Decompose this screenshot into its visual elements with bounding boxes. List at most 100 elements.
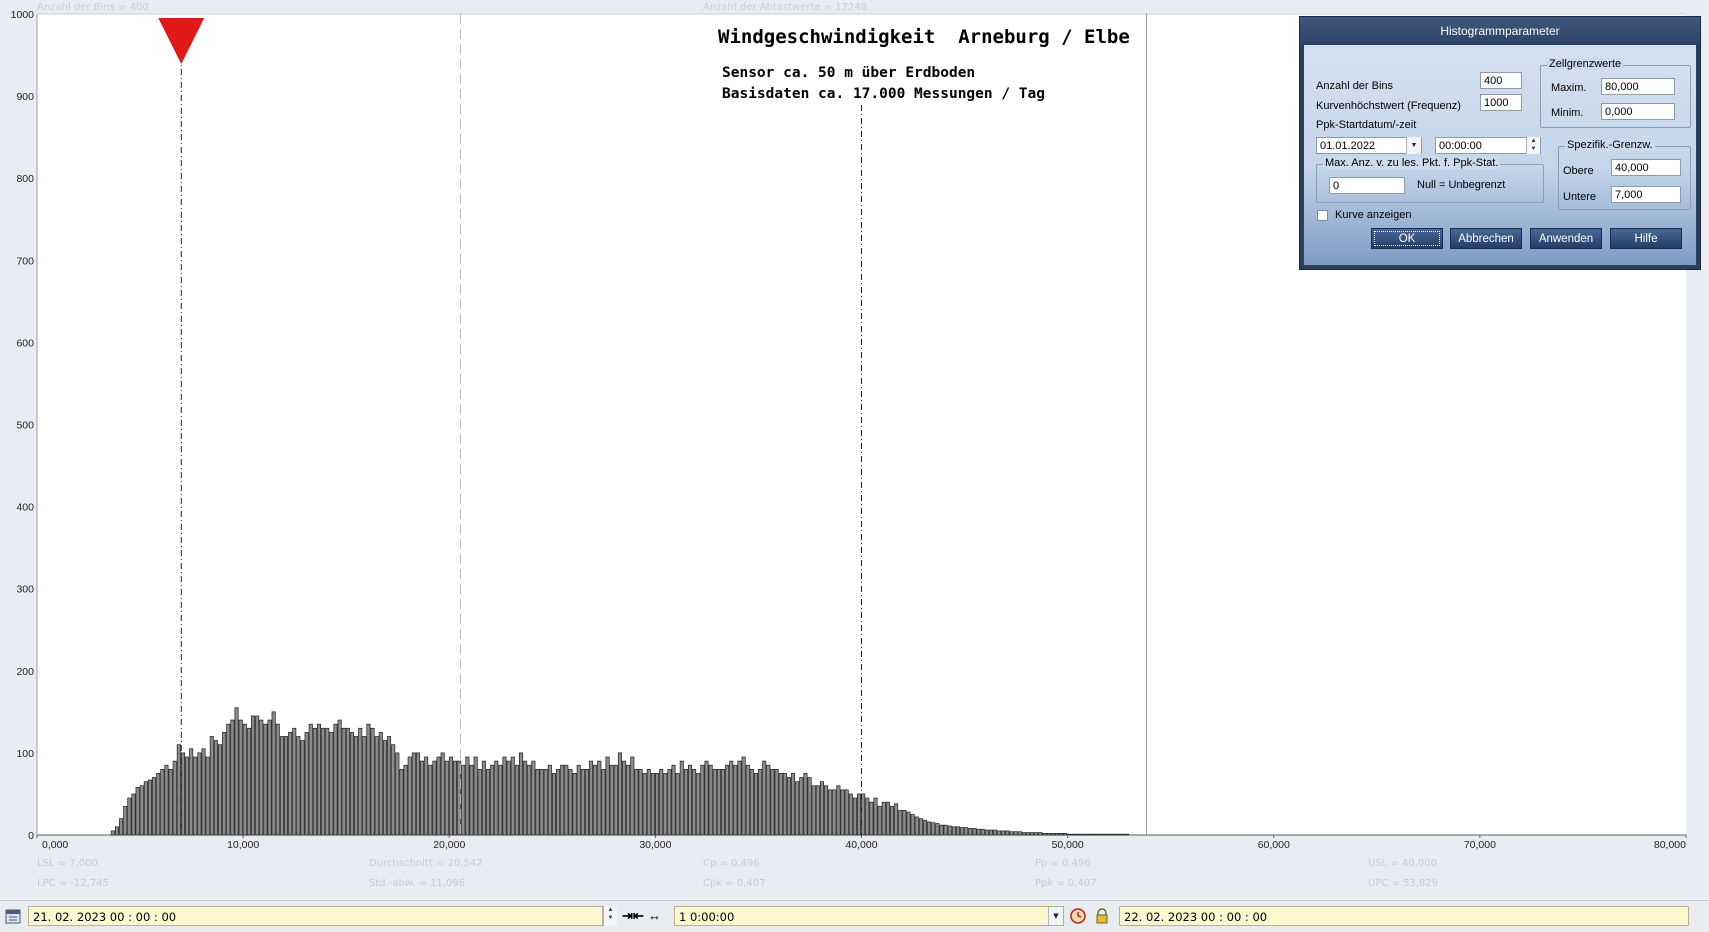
curve-max-label: Kurvenhöchstwert (Frequenz) xyxy=(1316,100,1461,112)
curve-max-input[interactable]: 1000 xyxy=(1480,94,1522,111)
histogram-bar xyxy=(997,830,1002,836)
expand-arrows-icon[interactable]: ↔ xyxy=(648,908,661,924)
histogram-bar xyxy=(593,764,598,836)
histogram-bar xyxy=(968,828,973,836)
chevron-down-icon[interactable]: ▼ xyxy=(1406,137,1421,154)
end-datetime-value: 22. 02. 2023 00 : 00 : 00 xyxy=(1124,910,1268,924)
y-tick-label: 200 xyxy=(16,666,34,678)
histogram-bar xyxy=(1009,831,1014,836)
histogram-bar xyxy=(1096,833,1101,836)
histogram-bar xyxy=(518,752,524,836)
histogram-bar xyxy=(556,768,561,836)
histogram-bar xyxy=(605,756,610,836)
histogram-bar xyxy=(279,736,284,836)
histogram-bar xyxy=(910,814,915,836)
histogram-bar xyxy=(564,764,569,836)
histogram-bar xyxy=(622,760,627,836)
histogram-bar xyxy=(885,801,890,836)
histogram-bar xyxy=(601,768,606,836)
chevron-down-icon[interactable]: ▼ xyxy=(1048,907,1063,925)
apply-button[interactable]: Anwenden xyxy=(1530,228,1602,249)
histogram-bar xyxy=(415,752,420,836)
ppk-start-label: Ppk-Startdatum/-zeit xyxy=(1316,119,1417,131)
maxim-input[interactable]: 80,000 xyxy=(1601,78,1675,95)
stat-upc: UPC = 53,829 xyxy=(1368,878,1439,889)
histogram-bar xyxy=(758,768,763,836)
y-tick-label: 400 xyxy=(16,502,34,514)
show-curve-checkbox[interactable] xyxy=(1317,210,1328,221)
calendar-icon[interactable] xyxy=(5,908,21,928)
cancel-button[interactable]: Abbrechen xyxy=(1450,228,1522,249)
histogram-bar xyxy=(560,764,565,836)
histogram-bar xyxy=(523,760,528,836)
spec-limits-group: Spezifik.-Grenzw. Obere 40,000 Untere 7,… xyxy=(1558,139,1691,210)
histogram-bar xyxy=(312,727,317,836)
ppk-date-select[interactable]: 01.01.2022 ▼ xyxy=(1316,137,1422,154)
histogram-bar xyxy=(922,819,928,836)
histogram-bar xyxy=(749,768,754,836)
histogram-bar xyxy=(251,715,256,836)
histogram-bar xyxy=(688,764,693,836)
bins-count-info: Anzahl der Bins = 400 xyxy=(37,2,149,13)
histogram-bar xyxy=(382,740,387,836)
spin-up-icon[interactable]: ▲ xyxy=(1527,137,1540,145)
histogram-bar xyxy=(387,736,392,836)
histogram-bar xyxy=(704,760,709,836)
spec-limits-title: Spezifik.-Grenzw. xyxy=(1565,139,1655,151)
histogram-bar xyxy=(403,764,408,836)
histogram-bar xyxy=(329,732,334,836)
spin-up-icon[interactable]: ▲ xyxy=(604,906,617,914)
histogram-bar xyxy=(1071,833,1076,836)
interval-select[interactable]: 1 0:00:00 ▼ xyxy=(674,906,1064,926)
start-datetime-spinner[interactable]: ▲ ▼ xyxy=(603,906,617,926)
ok-button[interactable]: OK xyxy=(1371,228,1443,249)
spin-down-icon[interactable]: ▼ xyxy=(1527,145,1540,153)
x-tick-label: 70,000 xyxy=(1464,839,1496,851)
histogram-bar xyxy=(828,789,833,836)
x-tick-label: 20,000 xyxy=(433,839,465,851)
start-datetime-field[interactable]: 21. 02. 2023 00 : 00 : 00 xyxy=(28,906,603,926)
histogram-bar xyxy=(246,727,251,836)
histogram-bar xyxy=(861,793,866,836)
stat-stddev: Std.-abw. = 11,096 xyxy=(369,878,466,889)
histogram-bar xyxy=(193,756,198,836)
histogram-bar xyxy=(799,777,804,836)
histogram-bar xyxy=(671,764,676,836)
histogram-bar xyxy=(114,826,120,836)
histogram-bar xyxy=(160,768,165,836)
histogram-bar xyxy=(180,752,185,836)
collapse-arrows-icon[interactable]: ⇥⇤ xyxy=(622,908,644,924)
histogram-bar xyxy=(980,828,985,836)
histogram-bar xyxy=(572,773,577,836)
histogram-bar xyxy=(453,760,458,836)
histogram-bar xyxy=(778,773,783,836)
histogram-bar xyxy=(411,752,416,836)
lock-icon[interactable] xyxy=(1094,908,1110,928)
ppk-time-input[interactable]: 00:00:00 ▲ ▼ xyxy=(1435,137,1541,154)
histogram-bar xyxy=(675,773,680,836)
y-tick-label: 0 xyxy=(28,830,34,842)
bins-input[interactable]: 400 xyxy=(1480,72,1522,89)
histogram-bar xyxy=(824,785,829,836)
histogram-bar xyxy=(1042,833,1047,836)
spin-down-icon[interactable]: ▼ xyxy=(604,914,617,922)
histogram-bar xyxy=(461,764,466,836)
help-button[interactable]: Hilfe xyxy=(1610,228,1682,249)
ppk-time-value: 00:00:00 xyxy=(1439,140,1482,152)
histogram-bar xyxy=(770,768,775,836)
histogram-bar xyxy=(848,793,853,836)
max-points-group: Max. Anz. v. zu les. Pkt. f. Ppk-Stat. 0… xyxy=(1316,157,1544,203)
histogram-bar xyxy=(597,760,602,836)
histogram-bar xyxy=(263,723,268,836)
histogram-bar xyxy=(242,723,247,836)
time-spinner[interactable]: ▲ ▼ xyxy=(1526,137,1540,154)
histogram-bar xyxy=(1104,833,1109,836)
max-points-input[interactable]: 0 xyxy=(1329,177,1405,194)
max-points-hint: Null = Unbegrenzt xyxy=(1417,179,1506,191)
histogram-bar xyxy=(993,829,998,836)
minim-input[interactable]: 0,000 xyxy=(1601,103,1675,120)
clock-icon[interactable] xyxy=(1070,908,1086,928)
upper-limit-input[interactable]: 40,000 xyxy=(1611,159,1681,176)
lower-limit-input[interactable]: 7,000 xyxy=(1611,186,1681,203)
end-datetime-field[interactable]: 22. 02. 2023 00 : 00 : 00 xyxy=(1119,906,1689,926)
